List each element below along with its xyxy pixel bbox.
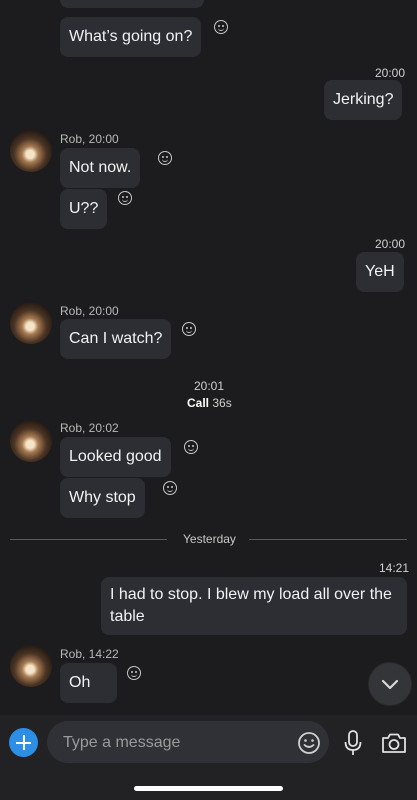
message-text: Can I watch? <box>69 330 163 347</box>
message-bubble-outgoing[interactable]: I had to stop. I blew my load all over t… <box>101 577 407 635</box>
message-bubble-outgoing[interactable]: What’s going on? <box>60 17 202 57</box>
message-text: YeH <box>365 263 395 280</box>
timestamp: 20:00 <box>375 237 406 251</box>
divider-line <box>10 539 167 540</box>
scroll-to-bottom-button[interactable] <box>368 662 412 706</box>
call-time: 20:01 <box>194 379 225 393</box>
smiley-icon[interactable] <box>118 191 132 205</box>
message-bubble-incoming[interactable]: Can I watch? <box>60 319 172 359</box>
message-text: Not now. <box>69 159 132 176</box>
camera-icon[interactable] <box>381 731 407 755</box>
sender-label: Rob, 20:00 <box>60 132 119 146</box>
smiley-icon[interactable] <box>214 20 228 34</box>
message-text: What’s going on? <box>69 28 193 45</box>
divider-line <box>249 539 407 540</box>
message-text: Looked good <box>69 448 162 465</box>
chevron-down-icon <box>381 679 399 690</box>
message-text: I had to stop. I blew my load all over t… <box>110 586 392 625</box>
message-text: Oh <box>69 674 91 691</box>
message-bubble-outgoing[interactable]: YeH <box>356 252 404 292</box>
message-text: U?? <box>69 200 99 217</box>
message-text: Jerking? <box>333 91 394 108</box>
message-bubble-incoming[interactable]: Not now. <box>60 148 141 188</box>
timestamp: 20:00 <box>375 66 406 80</box>
call-notice[interactable]: Call 36s <box>187 396 232 410</box>
home-indicator <box>134 786 283 791</box>
message-bubble-incoming[interactable]: Looked good <box>60 437 171 477</box>
message-bubble-incoming[interactable]: Why stop <box>60 478 145 518</box>
date-divider-label: Yesterday <box>183 532 236 546</box>
smiley-icon[interactable] <box>297 731 321 755</box>
smiley-icon[interactable] <box>158 151 172 165</box>
timestamp: 14:21 <box>379 561 410 575</box>
smiley-icon[interactable] <box>127 666 141 680</box>
smiley-icon[interactable] <box>163 481 177 495</box>
message-text: Why stop <box>69 489 136 506</box>
avatar[interactable] <box>10 130 52 172</box>
avatar[interactable] <box>10 420 52 462</box>
sender-label: Rob, 14:22 <box>60 647 119 661</box>
plus-icon[interactable] <box>9 728 38 757</box>
smiley-icon[interactable] <box>184 440 198 454</box>
sender-label: Rob, 20:02 <box>60 421 119 435</box>
sender-label: Rob, 20:00 <box>60 304 119 318</box>
message-input-placeholder: Type a message <box>63 734 181 751</box>
avatar[interactable] <box>10 645 52 687</box>
message-bubble-incoming[interactable]: U?? <box>60 189 108 229</box>
message-bubble-outgoing[interactable]: Jerking? <box>324 80 403 120</box>
message-bubble[interactable] <box>60 0 204 8</box>
smiley-icon[interactable] <box>182 322 196 336</box>
avatar[interactable] <box>10 302 52 344</box>
call-duration: 36s <box>212 396 232 410</box>
call-label: Call <box>187 396 210 410</box>
microphone-icon[interactable] <box>341 729 365 757</box>
message-bubble-incoming[interactable]: Oh <box>60 663 117 703</box>
